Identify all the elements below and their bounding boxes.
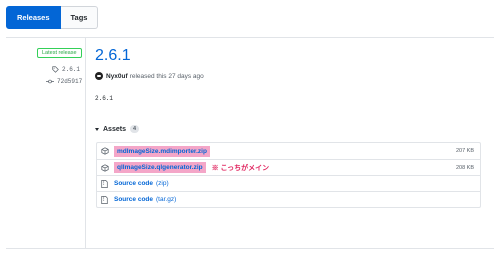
- tag-name: 2.6.1: [62, 66, 81, 73]
- package-icon: [101, 147, 111, 155]
- release-author-line: Nyx0uf released this 27 days ago: [95, 72, 204, 80]
- asset-row: Source code (tar.gz): [97, 191, 480, 207]
- top-divider: [6, 37, 494, 38]
- tag-link[interactable]: 2.6.1: [52, 66, 80, 73]
- release-notes: 2.6.1: [95, 95, 114, 102]
- caret-down-icon: [95, 127, 99, 131]
- source-code-zip-link[interactable]: Source code: [114, 180, 153, 187]
- release-title[interactable]: 2.6.1: [95, 47, 131, 65]
- asset-row: mdImageSize.mdimporter.zip 207 KB: [97, 143, 480, 159]
- asset-list: mdImageSize.mdimporter.zip 207 KB qlImag…: [96, 142, 481, 208]
- file-zip-icon: [101, 195, 111, 204]
- assets-label: Assets: [103, 125, 126, 133]
- source-code-targz-link[interactable]: Source code: [114, 196, 153, 203]
- assets-count: 4: [129, 125, 140, 133]
- latest-release-badge: Latest release: [37, 48, 82, 58]
- tab-releases[interactable]: Releases: [6, 6, 61, 29]
- bottom-divider: [6, 248, 494, 249]
- package-icon: [101, 163, 111, 172]
- asset-row: Source code (zip): [97, 175, 480, 191]
- avatar[interactable]: [95, 72, 103, 80]
- asset-size: 208 KB: [455, 164, 474, 171]
- source-code-type: (tar.gz): [156, 196, 177, 203]
- released-time: released this 27 days ago: [129, 72, 204, 80]
- release-tabs: Releases Tags: [6, 6, 99, 29]
- author-name[interactable]: Nyx0uf: [106, 73, 128, 80]
- tag-icon: [52, 66, 59, 73]
- timeline-divider: [85, 37, 86, 248]
- asset-download-link[interactable]: mdImageSize.mdimporter.zip: [114, 145, 210, 157]
- assets-toggle[interactable]: Assets 4: [95, 125, 140, 133]
- file-zip-icon: [101, 179, 111, 188]
- commit-link[interactable]: 72d5917: [46, 78, 82, 85]
- commit-sha: 72d5917: [57, 78, 83, 85]
- asset-download-link[interactable]: qlImageSize.qlgenerator.zip: [114, 162, 206, 173]
- main-file-annotation: ※ こっちがメイン: [211, 164, 270, 172]
- commit-icon: [46, 79, 54, 84]
- asset-row: qlImageSize.qlgenerator.zip ※ こっちがメイン 20…: [97, 159, 480, 175]
- asset-size: 207 KB: [455, 148, 474, 154]
- tab-tags[interactable]: Tags: [60, 6, 99, 29]
- source-code-type: (zip): [156, 180, 169, 187]
